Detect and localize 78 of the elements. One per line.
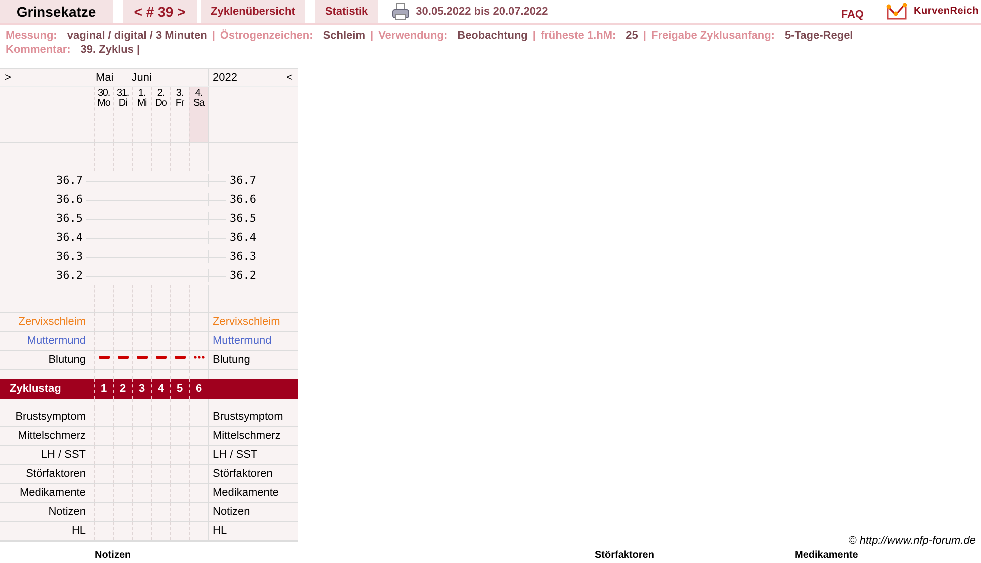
info-value: Beobachtung xyxy=(458,30,528,42)
row-label: Muttermund xyxy=(213,335,272,347)
temperature-label: 36.4 xyxy=(229,231,258,244)
printer-icon[interactable] xyxy=(392,2,410,20)
info-label: Verwendung: xyxy=(378,30,448,42)
info-value: 39. Zyklus | xyxy=(80,44,140,56)
row-label: Mittelschmerz xyxy=(18,430,86,442)
user-name: Grinsekatze xyxy=(0,0,113,23)
cycle-day-number: 2 xyxy=(120,383,126,395)
date-column-header: 1. Mi xyxy=(132,87,151,142)
month-label: Mai xyxy=(96,72,114,84)
logo-icon xyxy=(886,2,908,20)
year-label: 2022 xyxy=(213,72,238,84)
info-label: Kommentar: xyxy=(6,44,71,56)
nav-tab[interactable]: Statistik xyxy=(315,0,378,23)
row-label: HL xyxy=(72,525,86,537)
temperature-label: 36.3 xyxy=(229,250,258,263)
row-label: Blutung xyxy=(213,354,250,366)
info-value: 5-Tage-Regel xyxy=(784,30,854,42)
cycle-day-number: 4 xyxy=(158,383,164,395)
date-column-header: 4. Sa xyxy=(189,87,208,142)
temperature-label: 36.7 xyxy=(56,174,84,187)
cycle-day-number: 3 xyxy=(138,383,146,395)
temperature-label: 36.6 xyxy=(56,193,84,206)
date-column-header: 2. Do xyxy=(151,87,170,142)
row-label: Störfaktoren xyxy=(26,468,86,480)
section-heading: Notizen xyxy=(95,550,132,561)
row-label: Notizen xyxy=(48,506,86,518)
logo-text: KurvenReich xyxy=(914,6,979,17)
separator: | xyxy=(212,30,216,42)
temperature-label: 36.5 xyxy=(56,212,84,225)
row-label: Notizen xyxy=(213,506,250,518)
nav-arrow[interactable]: > xyxy=(5,72,12,84)
row-label: LH / SST xyxy=(213,449,258,461)
row-label: Medikamente xyxy=(20,487,86,499)
row-label: Muttermund xyxy=(27,335,86,347)
temperature-label: 36.7 xyxy=(229,174,258,187)
temperature-label: 36.3 xyxy=(56,250,84,263)
row-label: Störfaktoren xyxy=(213,468,273,480)
row-label: Brustsymptom xyxy=(213,411,284,423)
temperature-label: 36.5 xyxy=(229,212,258,225)
info-label: Freigabe Zyklusanfang: xyxy=(652,30,775,42)
cycle-day-number: 5 xyxy=(176,383,184,395)
section-heading: Störfaktoren xyxy=(595,550,654,561)
date-range: 30.05.2022 bis 20.07.2022 xyxy=(416,6,548,18)
section-heading: Medikamente xyxy=(795,550,858,561)
temperature-label: 36.2 xyxy=(229,269,258,282)
row-label: Mittelschmerz xyxy=(213,430,281,442)
info-value: 25 xyxy=(626,30,638,42)
nav-tab[interactable]: Zyklenübersicht xyxy=(201,0,306,23)
separator: | xyxy=(532,30,536,42)
row-label: Zervixschleim xyxy=(213,316,280,328)
info-label: Östrogenzeichen: xyxy=(220,30,314,42)
info-value: vaginal / digital / 3 Minuten xyxy=(67,30,208,42)
row-label: LH / SST xyxy=(41,449,86,461)
separator: | xyxy=(370,30,374,42)
cycle-day-number: 6 xyxy=(196,383,202,395)
cycle-day-number: 1 xyxy=(100,383,108,395)
cycle-day-label: Zyklustag xyxy=(10,383,62,395)
info-label: früheste 1.hM: xyxy=(540,30,616,42)
nav-arrow[interactable]: < xyxy=(286,72,293,84)
temperature-label: 36.4 xyxy=(56,231,84,244)
temperature-label: 36.2 xyxy=(56,269,84,282)
info-value: Schleim xyxy=(323,30,366,42)
month-label: Juni xyxy=(132,72,152,84)
row-label: Brustsymptom xyxy=(16,411,86,423)
cycle-navigation[interactable]: < # 39 > xyxy=(123,0,197,23)
row-label: Medikamente xyxy=(213,487,280,499)
row-label: HL xyxy=(213,525,228,537)
faq-link[interactable]: FAQ xyxy=(841,9,864,21)
date-column-header: 31. Di xyxy=(113,87,132,142)
info-label: Messung: xyxy=(6,30,58,42)
row-label: Zervixschleim xyxy=(18,316,86,328)
row-label: Blutung xyxy=(48,354,86,366)
temperature-label: 36.6 xyxy=(229,193,258,206)
separator: | xyxy=(643,30,646,42)
copyright-text: © http://www.nfp-forum.de xyxy=(848,535,976,547)
date-column-header: 30. Mo xyxy=(94,87,113,142)
